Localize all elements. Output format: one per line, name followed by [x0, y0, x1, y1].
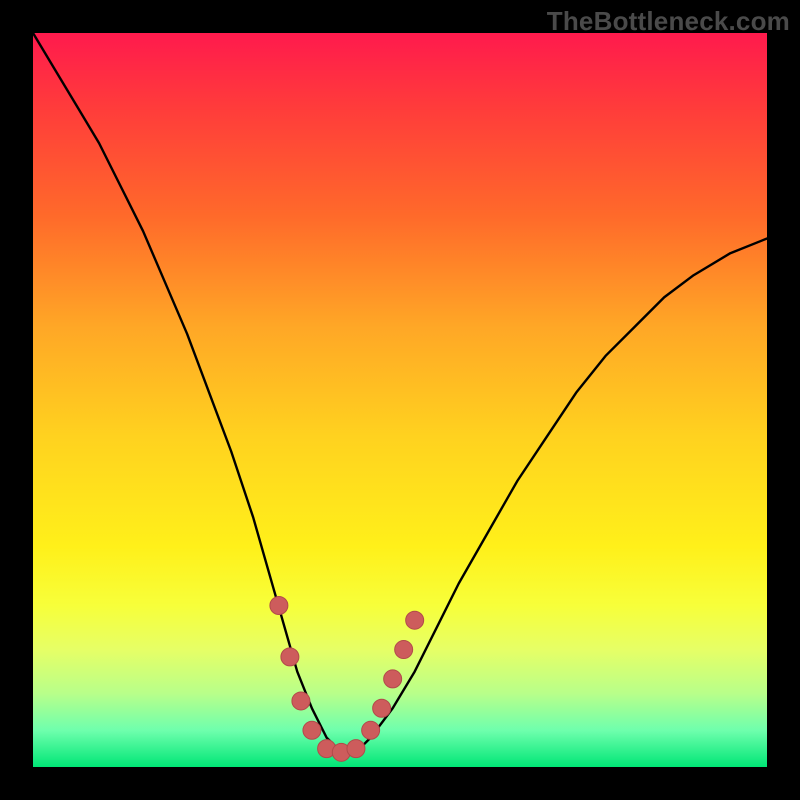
curve-marker: [292, 692, 310, 710]
curve-marker: [395, 641, 413, 659]
curve-marker: [270, 597, 288, 615]
curve-marker: [362, 721, 380, 739]
curve-marker: [347, 740, 365, 758]
curve-marker: [281, 648, 299, 666]
curve-marker: [303, 721, 321, 739]
chart-stage: TheBottleneck.com: [0, 0, 800, 800]
curve-marker: [384, 670, 402, 688]
curve-marker: [373, 699, 391, 717]
curve-markers: [270, 597, 424, 762]
curve-marker: [406, 611, 424, 629]
chart-svg: [33, 33, 767, 767]
